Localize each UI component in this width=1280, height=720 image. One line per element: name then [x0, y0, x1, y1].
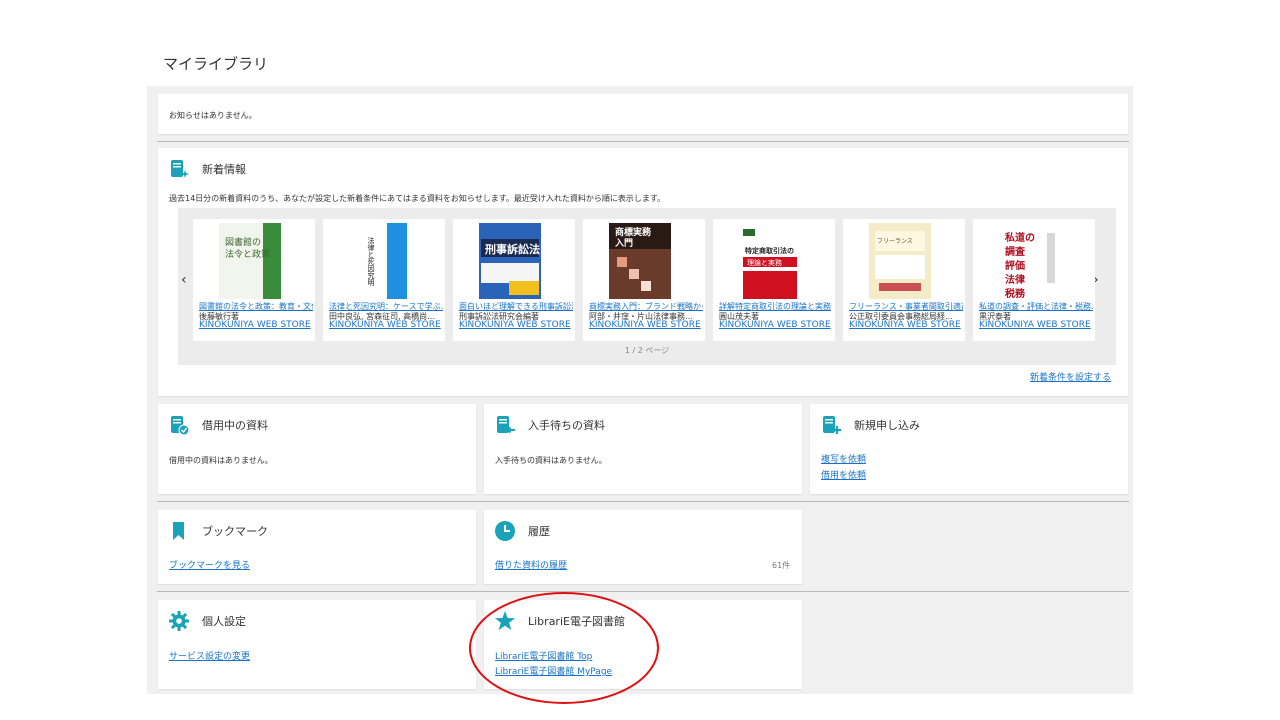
history-count: 61件 — [772, 561, 791, 570]
book-card[interactable]: 特定商取引法の 理論と実務 詳解特定商取引法の理論と実務 圓山茂夫著 KINOKU… — [713, 219, 835, 341]
svg-text:特定商取引法の: 特定商取引法の — [745, 246, 794, 255]
svg-text:法令と政策: 法令と政策 — [225, 248, 270, 260]
personal-settings-card: 個人設定 サービス設定の変更 — [158, 600, 476, 689]
book-plus-icon — [820, 414, 842, 436]
copy-request-link[interactable]: 複写を依頼 — [821, 452, 866, 465]
svg-text:法律: 法律 — [1005, 273, 1025, 286]
divider — [157, 591, 1129, 592]
personal-settings-title: 個人設定 — [202, 615, 246, 628]
gear-icon — [168, 610, 190, 632]
new-request-header: 新規申し込み — [820, 414, 920, 436]
svg-text:商標実務: 商標実務 — [615, 226, 652, 238]
book-card[interactable]: 法律と死因究明 法律と死因究明：ケースで学ぶ… 田中良弘, 宮森征司, 高橋尚…… — [323, 219, 445, 341]
borrowing-title: 借用中の資料 — [202, 419, 268, 432]
librarie-mypage-link[interactable]: LibrariE電子図書館 MyPage — [495, 664, 612, 677]
book-cover-image: 刑事訴訟法 — [479, 223, 541, 299]
svg-text:私道の: 私道の — [1004, 231, 1035, 244]
book-source-link[interactable]: KINOKUNIYA WEB STORE — [329, 320, 443, 330]
notice-text: お知らせはありません。 — [169, 111, 257, 120]
divider — [157, 141, 1129, 142]
book-card[interactable]: 私道の 調査 評価 法律 税務 私道の調査・評価と法律・税務… 黒沢泰著 KINOKUN… — [973, 219, 1095, 341]
book-source-link[interactable]: KINOKUNIYA WEB STORE — [979, 320, 1093, 330]
svg-text:調査: 調査 — [1005, 245, 1026, 258]
book-source-link[interactable]: KINOKUNIYA WEB STORE — [199, 320, 313, 330]
waiting-empty-text: 入手待ちの資料はありません。 — [495, 456, 607, 465]
book-card[interactable]: 図書館の法令と政策 図書館の法令と政策：教育・文化… 後藤敏行著 KINOKUN… — [193, 219, 315, 341]
service-settings-link[interactable]: サービス設定の変更 — [169, 649, 250, 662]
borrow-history-link[interactable]: 借りた資料の履歴 — [495, 558, 567, 571]
new-request-title: 新規申し込み — [854, 419, 920, 432]
bookmark-header: ブックマーク — [168, 520, 268, 542]
book-card[interactable]: 商標実務入門 商標実務入門：ブランド戦略から… 阿部・井窪・片山法律事務… KI… — [583, 219, 705, 341]
new-arrivals-title: 新着情報 — [202, 163, 246, 176]
svg-text:税務: 税務 — [1005, 287, 1026, 299]
book-cover-image: 法律と死因究明 — [349, 223, 411, 299]
book-cover-image: 商標実務入門 — [609, 223, 671, 299]
book-cover-image: フリーランス — [869, 223, 931, 299]
book-source-link[interactable]: KINOKUNIYA WEB STORE — [459, 320, 573, 330]
book-card[interactable]: 刑事訴訟法 面白いほど理解できる刑事訴訟法 刑事訴訟法研究会編著 KINOKUN… — [453, 219, 575, 341]
chevron-left-icon[interactable]: ‹ — [181, 272, 187, 288]
personal-settings-header: 個人設定 — [168, 610, 246, 632]
svg-text:刑事訴訟法: 刑事訴訟法 — [485, 242, 540, 256]
clock-icon — [494, 520, 516, 542]
svg-text:入門: 入門 — [614, 238, 633, 249]
borrowing-card: 借用中の資料 借用中の資料はありません。 — [158, 404, 476, 494]
new-arrivals-description: 過去14日分の新着資料のうち、あなたが設定した新着条件にあてはまる資料をお知らせ… — [169, 194, 666, 203]
book-sparkle-icon — [168, 158, 190, 180]
star-icon — [494, 610, 516, 632]
book-card[interactable]: フリーランス フリーランス・事業者間取引適正化… 公正取引委員会事務総局経… K… — [843, 219, 965, 341]
book-source-link[interactable]: KINOKUNIYA WEB STORE — [589, 320, 703, 330]
svg-text:評価: 評価 — [1005, 259, 1025, 272]
divider — [157, 501, 1129, 502]
librarie-card: LibrariE電子図書館 LibrariE電子図書館 Top LibrariE… — [484, 600, 802, 689]
new-arrival-settings-link[interactable]: 新着条件を設定する — [1030, 370, 1111, 383]
book-source-link[interactable]: KINOKUNIYA WEB STORE — [849, 320, 963, 330]
librarie-top-link[interactable]: LibrariE電子図書館 Top — [495, 649, 592, 662]
new-arrivals-carousel: ‹ › 図書館の法令と政策 図書館の法令と政策：教育・文化… 後藤敏行著 KIN… — [178, 208, 1116, 365]
bookmark-icon — [168, 520, 190, 542]
waiting-card: 入手待ちの資料 入手待ちの資料はありません。 — [484, 404, 802, 494]
svg-text:法律と死因究明: 法律と死因究明 — [367, 236, 375, 287]
page-title: マイライブラリ — [163, 55, 269, 73]
book-check-icon — [168, 414, 190, 436]
new-arrivals-header: 新着情報 — [168, 158, 246, 180]
book-source-link[interactable]: KINOKUNIYA WEB STORE — [719, 320, 833, 330]
librarie-header: LibrariE電子図書館 — [494, 610, 625, 632]
book-arrow-icon — [494, 414, 516, 436]
history-card: 履歴 借りた資料の履歴 61件 — [484, 510, 802, 584]
svg-text:理論と実務: 理論と実務 — [747, 258, 782, 267]
librarie-title: LibrariE電子図書館 — [528, 615, 625, 628]
new-request-card: 新規申し込み 複写を依頼 借用を依頼 — [810, 404, 1128, 494]
svg-text:図書館の: 図書館の — [225, 236, 261, 248]
bookmark-card: ブックマーク ブックマークを見る — [158, 510, 476, 584]
carousel-pager: 1 / 2 ページ — [624, 346, 670, 355]
borrowing-header: 借用中の資料 — [168, 414, 268, 436]
view-bookmarks-link[interactable]: ブックマークを見る — [169, 558, 250, 571]
loan-request-link[interactable]: 借用を依頼 — [821, 468, 866, 481]
bookmark-title: ブックマーク — [202, 525, 268, 538]
history-header: 履歴 — [494, 520, 550, 542]
new-arrivals-card: 新着情報 過去14日分の新着資料のうち、あなたが設定した新着条件にあてはまる資料… — [158, 148, 1128, 396]
book-cover-image: 私道の調査評価法律税務 — [999, 223, 1061, 299]
book-cover-image: 特定商取引法の理論と実務 — [739, 223, 801, 299]
history-title: 履歴 — [528, 525, 550, 538]
borrowing-empty-text: 借用中の資料はありません。 — [169, 456, 273, 465]
notice-card: お知らせはありません。 — [158, 94, 1128, 134]
waiting-title: 入手待ちの資料 — [528, 419, 605, 432]
book-cover-image: 図書館の法令と政策 — [219, 223, 281, 299]
waiting-header: 入手待ちの資料 — [494, 414, 605, 436]
svg-text:フリーランス: フリーランス — [877, 238, 913, 245]
